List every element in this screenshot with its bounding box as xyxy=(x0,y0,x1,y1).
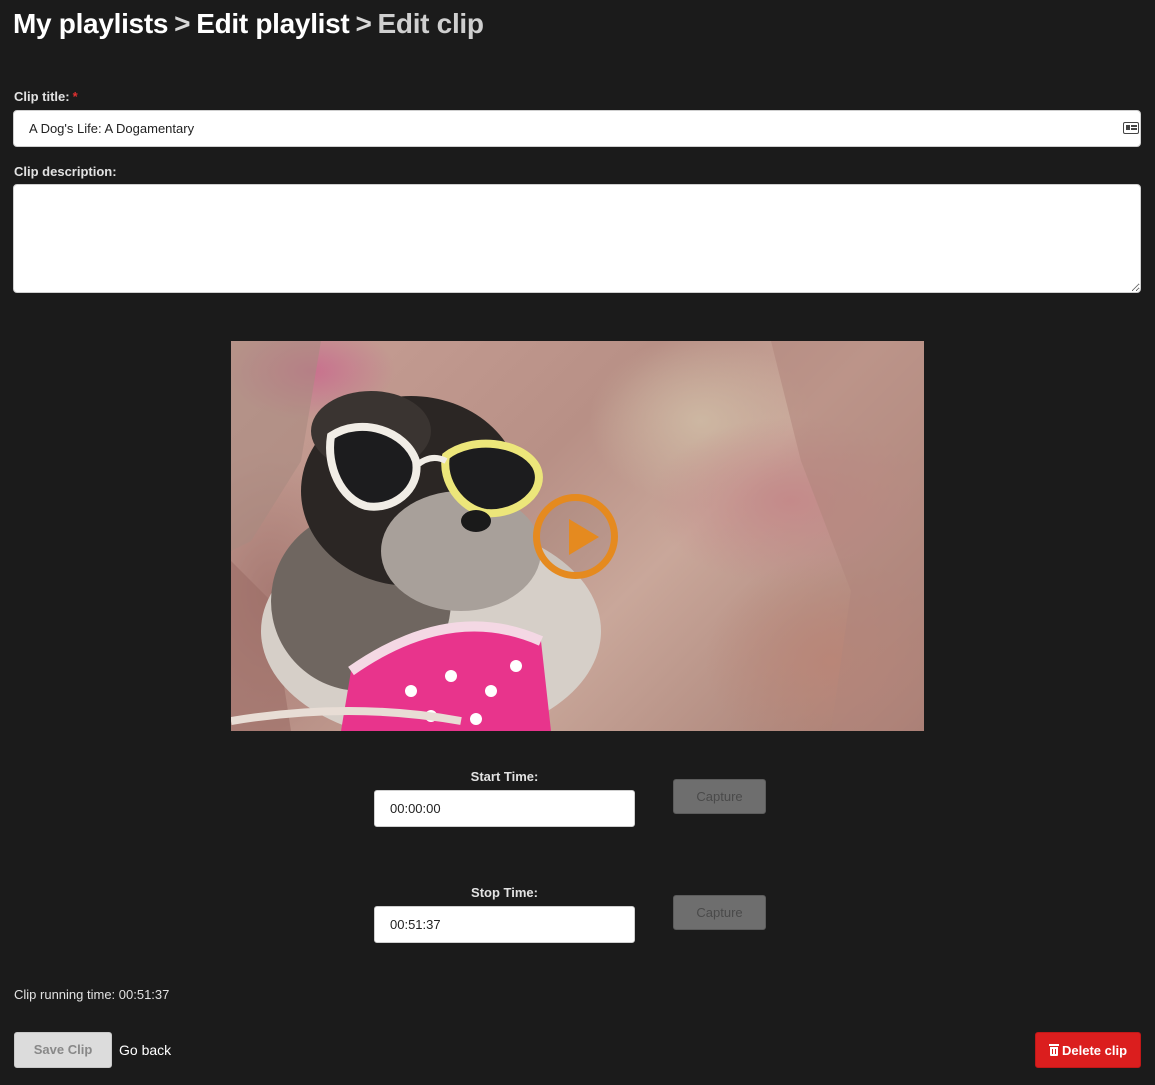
clip-description-label: Clip description: xyxy=(14,164,117,179)
breadcrumb-edit-playlist[interactable]: Edit playlist xyxy=(196,8,350,39)
stop-time-input[interactable] xyxy=(374,906,635,943)
stop-time-label: Stop Time: xyxy=(471,885,538,900)
breadcrumb-separator: > xyxy=(355,8,372,39)
save-clip-button[interactable]: Save Clip xyxy=(14,1032,112,1068)
start-time-label: Start Time: xyxy=(470,769,539,784)
start-time-input[interactable] xyxy=(374,790,635,827)
contact-card-icon[interactable] xyxy=(1123,122,1139,134)
play-icon xyxy=(569,519,599,555)
clip-title-input[interactable] xyxy=(13,110,1141,147)
clip-running-time: Clip running time: 00:51:37 xyxy=(14,987,170,1002)
clip-description-input[interactable] xyxy=(13,184,1141,293)
delete-clip-button[interactable]: Delete clip xyxy=(1035,1032,1141,1068)
breadcrumb-edit-clip: Edit clip xyxy=(377,8,485,39)
delete-clip-label: Delete clip xyxy=(1061,1042,1128,1058)
clip-title-label-text: Clip title: xyxy=(14,89,70,104)
edit-clip-page: My playlists > Edit playlist > Edit clip Cli… xyxy=(0,0,1155,1085)
breadcrumb-my-playlists[interactable]: My playlists xyxy=(13,8,168,39)
capture-start-button[interactable]: Capture xyxy=(673,779,766,814)
required-mark: * xyxy=(72,89,78,104)
breadcrumb: My playlists > Edit playlist > Edit clip xyxy=(13,8,484,40)
play-button[interactable] xyxy=(533,494,618,579)
clip-title-label: Clip title: * xyxy=(14,89,78,104)
breadcrumb-separator: > xyxy=(174,8,191,39)
trash-icon xyxy=(1048,1044,1059,1056)
capture-stop-button[interactable]: Capture xyxy=(673,895,766,930)
go-back-link[interactable]: Go back xyxy=(119,1042,171,1058)
